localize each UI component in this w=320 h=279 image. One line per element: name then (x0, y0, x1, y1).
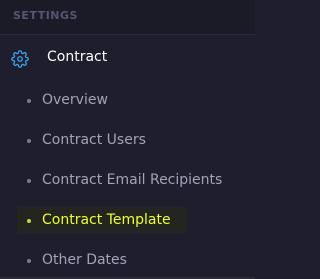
section-title: SETTINGS (13, 9, 78, 22)
bullet-dot (27, 259, 31, 263)
gear-icon (11, 50, 29, 68)
bullet-dot (27, 99, 31, 103)
menu-parent-label: Contract (47, 49, 108, 65)
submenu-item-overview[interactable]: Overview (0, 85, 255, 115)
submenu-label: Contract Email Recipients (42, 172, 223, 188)
submenu-label: Contract Users (42, 132, 146, 148)
submenu-item-contract-template[interactable]: Contract Template (0, 205, 255, 235)
submenu-item-contract-users[interactable]: Contract Users (0, 125, 255, 155)
submenu-label: Contract Template (42, 212, 171, 228)
bullet-dot (27, 139, 31, 143)
submenu-label: Overview (42, 92, 108, 108)
submenu-item-other-dates[interactable]: Other Dates (0, 245, 255, 275)
submenu-item-contract-email-recipients[interactable]: Contract Email Recipients (0, 165, 255, 195)
bullet-dot (27, 179, 31, 183)
menu-item-contract[interactable]: Contract (0, 40, 255, 76)
submenu-label: Other Dates (42, 252, 127, 268)
section-header: SETTINGS (0, 0, 255, 35)
bullet-dot (27, 219, 31, 223)
